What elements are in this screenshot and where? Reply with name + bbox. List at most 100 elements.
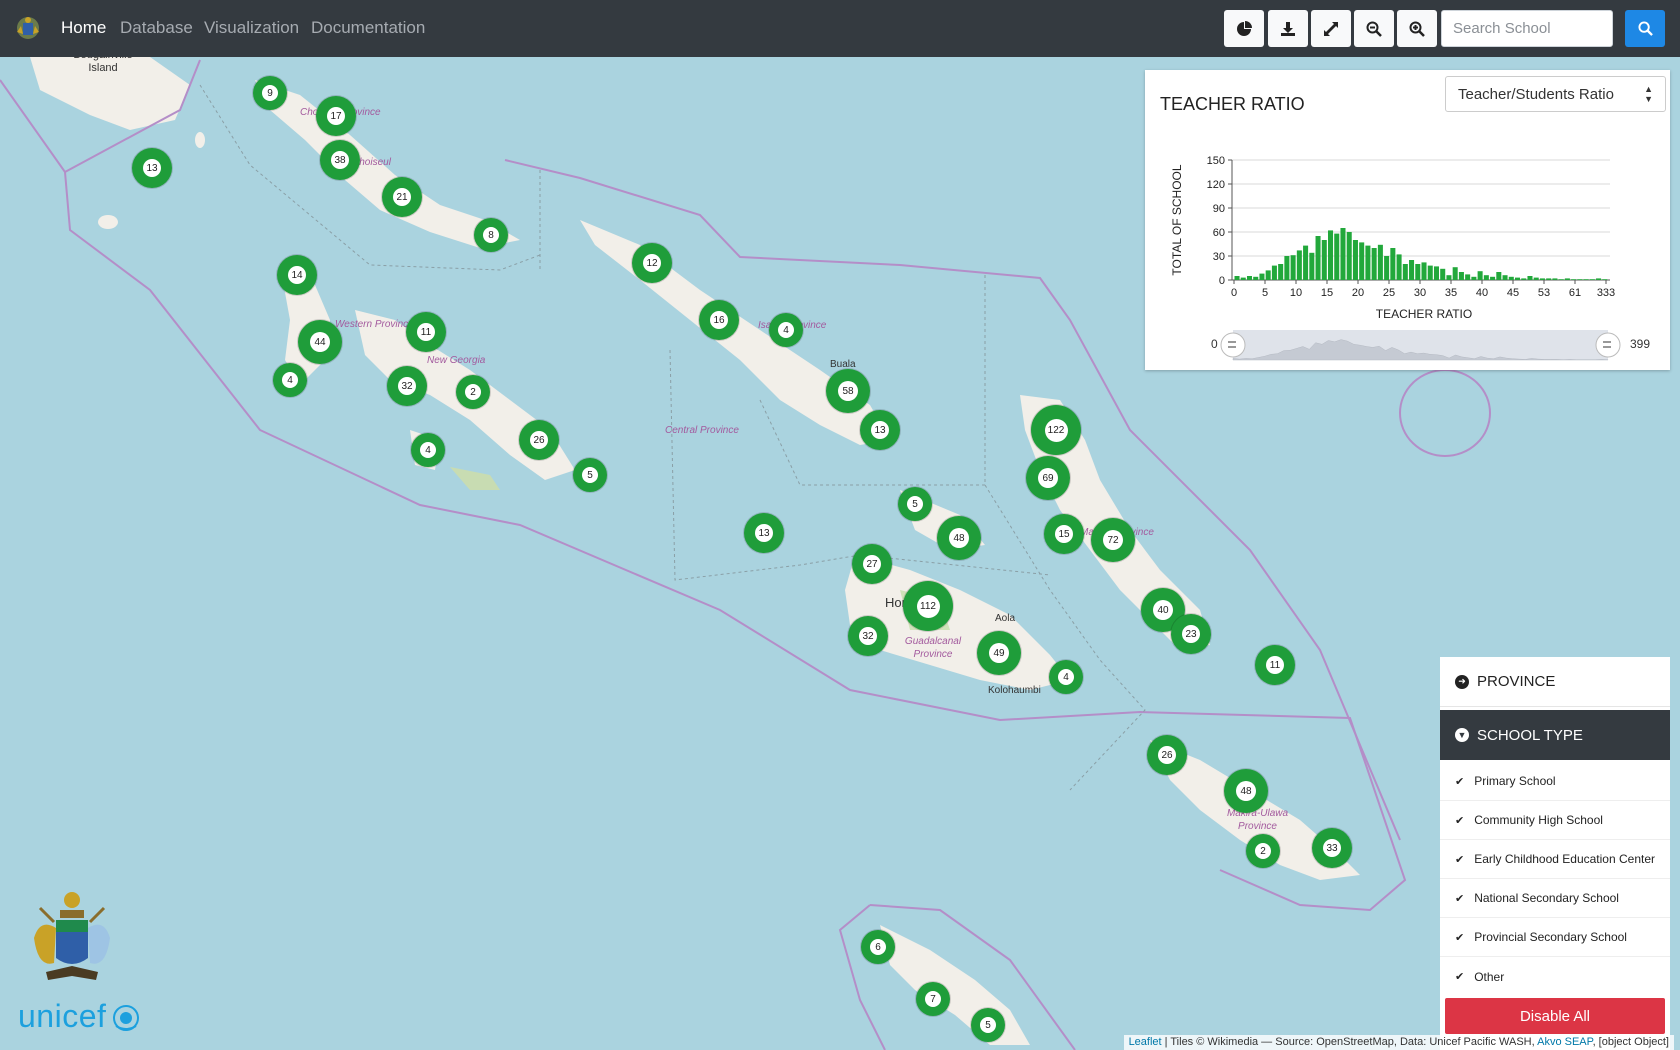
x-tick-label: 15	[1321, 287, 1333, 299]
cluster-count: 58	[838, 381, 858, 401]
histogram-bar	[1409, 260, 1415, 280]
school-cluster-marker[interactable]: 4	[411, 433, 445, 467]
histogram-bar	[1321, 240, 1327, 280]
school-cluster-marker[interactable]: 23	[1171, 614, 1211, 654]
nav-database[interactable]: Database	[120, 18, 193, 38]
filter-item-primary-school[interactable]: ✔ Primary School	[1440, 762, 1670, 801]
school-cluster-marker[interactable]: 4	[273, 363, 307, 397]
histogram-bar	[1396, 254, 1402, 280]
disable-all-button[interactable]: Disable All	[1445, 998, 1665, 1034]
cluster-count: 23	[1182, 625, 1200, 643]
histogram-bar	[1371, 248, 1377, 280]
school-cluster-marker[interactable]: 12	[632, 243, 672, 283]
filter-item-provincial-secondary[interactable]: ✔ Provincial Secondary School	[1440, 918, 1670, 957]
histogram-bar	[1596, 278, 1602, 280]
school-cluster-marker[interactable]: 32	[387, 366, 427, 406]
school-cluster-marker[interactable]: 4	[1049, 660, 1083, 694]
school-cluster-marker[interactable]: 8	[474, 218, 508, 252]
school-cluster-marker[interactable]: 14	[277, 255, 317, 295]
filter-item-community-high-school[interactable]: ✔ Community High School	[1440, 801, 1670, 840]
school-cluster-marker[interactable]: 15	[1044, 514, 1084, 554]
school-cluster-marker[interactable]: 2	[456, 375, 490, 409]
school-cluster-marker[interactable]: 38	[320, 140, 360, 180]
school-cluster-marker[interactable]: 13	[860, 410, 900, 450]
check-icon: ✔	[1455, 971, 1465, 983]
zoom-out-button[interactable]	[1354, 10, 1394, 47]
histogram-bar	[1271, 265, 1277, 280]
school-type-filter-header[interactable]: ▼ SCHOOL TYPE	[1440, 710, 1670, 760]
zoom-in-button[interactable]	[1397, 10, 1437, 47]
cluster-count: 27	[863, 555, 881, 573]
school-cluster-marker[interactable]: 16	[699, 300, 739, 340]
school-cluster-marker[interactable]: 49	[977, 631, 1021, 675]
histogram-bar	[1564, 278, 1570, 280]
fullscreen-button[interactable]	[1311, 10, 1351, 47]
search-button[interactable]	[1625, 10, 1665, 47]
histogram-bar	[1365, 245, 1371, 280]
school-cluster-marker[interactable]: 58	[826, 369, 870, 413]
x-tick-label: 20	[1352, 287, 1364, 299]
province-filter-header[interactable]: ➜ PROVINCE	[1440, 657, 1670, 707]
leaflet-link[interactable]: Leaflet	[1129, 1036, 1162, 1048]
chart-toggle-button[interactable]	[1224, 10, 1264, 47]
school-cluster-marker[interactable]: 7	[916, 982, 950, 1016]
search-school-input[interactable]	[1441, 10, 1613, 47]
histogram-bar	[1583, 279, 1589, 280]
cluster-count: 8	[483, 227, 499, 243]
school-cluster-marker[interactable]: 27	[852, 544, 892, 584]
histogram-bar	[1359, 242, 1365, 280]
filter-item-label: National Secondary School	[1474, 891, 1619, 905]
school-cluster-marker[interactable]: 4	[769, 313, 803, 347]
histogram-bar	[1246, 276, 1252, 280]
arrow-right-circle-icon: ➜	[1455, 674, 1469, 689]
filter-item-label: Provincial Secondary School	[1474, 930, 1627, 944]
school-cluster-marker[interactable]: 69	[1026, 456, 1070, 500]
histogram-bar	[1527, 276, 1533, 280]
school-cluster-marker[interactable]: 48	[1224, 769, 1268, 813]
y-tick-label: 90	[1213, 203, 1225, 215]
histogram-bar	[1390, 248, 1396, 280]
school-cluster-marker[interactable]: 13	[132, 148, 172, 188]
school-cluster-marker[interactable]: 122	[1031, 405, 1081, 455]
school-cluster-marker[interactable]: 112	[903, 581, 953, 631]
akvo-seap-link[interactable]: Akvo SEAP	[1537, 1036, 1592, 1048]
school-cluster-marker[interactable]: 26	[519, 420, 559, 460]
school-cluster-marker[interactable]: 33	[1312, 828, 1352, 868]
filter-item-label: Early Childhood Education Center	[1474, 852, 1655, 866]
cluster-count: 9	[262, 85, 278, 101]
school-cluster-marker[interactable]: 9	[253, 76, 287, 110]
histogram-bar	[1433, 266, 1439, 280]
school-cluster-marker[interactable]: 11	[406, 312, 446, 352]
school-cluster-marker[interactable]: 48	[937, 516, 981, 560]
school-cluster-marker[interactable]: 17	[316, 96, 356, 136]
histogram-bar	[1521, 278, 1527, 280]
filter-item-early-childhood[interactable]: ✔ Early Childhood Education Center	[1440, 840, 1670, 879]
school-cluster-marker[interactable]: 5	[971, 1008, 1005, 1042]
school-cluster-marker[interactable]: 5	[573, 458, 607, 492]
school-cluster-marker[interactable]: 32	[848, 616, 888, 656]
solomon-emblem-icon[interactable]	[14, 12, 42, 44]
school-cluster-marker[interactable]: 21	[382, 177, 422, 217]
check-icon: ✔	[1455, 892, 1465, 905]
attribution-text-end: , [object Object]	[1592, 1036, 1669, 1048]
histogram-bar	[1346, 232, 1352, 280]
map-label-new-georgia: New Georgia	[427, 355, 486, 366]
school-cluster-marker[interactable]: 2	[1246, 834, 1280, 868]
download-button[interactable]	[1268, 10, 1308, 47]
filter-item-national-secondary[interactable]: ✔ National Secondary School	[1440, 879, 1670, 918]
school-cluster-marker[interactable]: 11	[1255, 645, 1295, 685]
filter-item-other[interactable]: ✔ Other	[1440, 957, 1670, 996]
cluster-count: 40	[1153, 600, 1173, 620]
histogram-bar	[1334, 233, 1340, 280]
nav-visualization[interactable]: Visualization	[204, 18, 299, 38]
nav-documentation[interactable]: Documentation	[311, 18, 425, 38]
histogram-bar	[1296, 250, 1302, 280]
map-label-aola: Aola	[995, 613, 1016, 624]
school-cluster-marker[interactable]: 26	[1147, 735, 1187, 775]
school-cluster-marker[interactable]: 6	[861, 930, 895, 964]
school-cluster-marker[interactable]: 72	[1091, 518, 1135, 562]
school-cluster-marker[interactable]: 44	[298, 320, 342, 364]
school-cluster-marker[interactable]: 5	[898, 487, 932, 521]
nav-home[interactable]: Home	[61, 18, 106, 38]
school-cluster-marker[interactable]: 13	[744, 513, 784, 553]
